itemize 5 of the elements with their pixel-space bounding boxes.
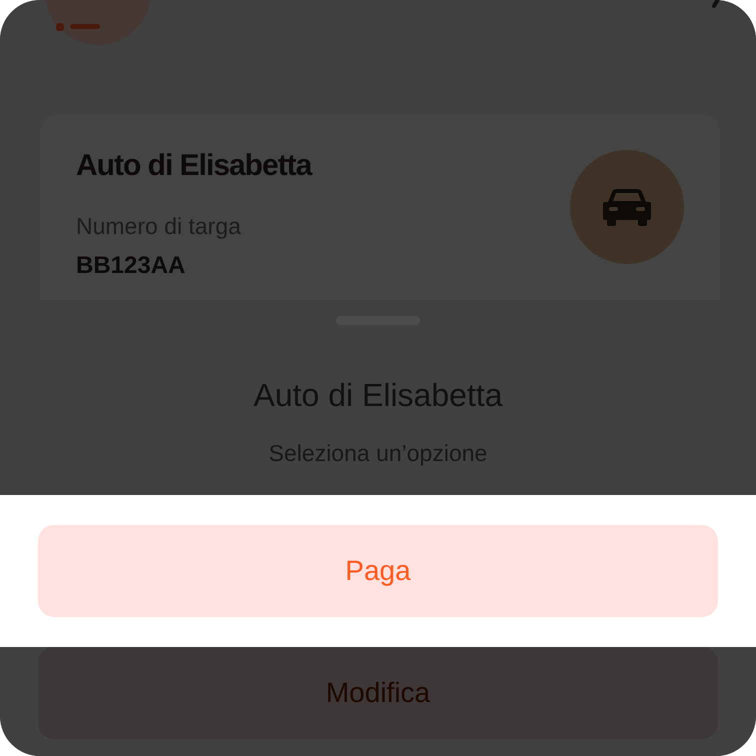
vehicle-name: Auto di Elisabetta: [76, 149, 312, 183]
list-icon: [56, 23, 100, 31]
plate-number: BB123AA: [76, 252, 186, 280]
option-button[interactable]: Paga: [38, 525, 718, 617]
car-icon: [602, 188, 652, 226]
